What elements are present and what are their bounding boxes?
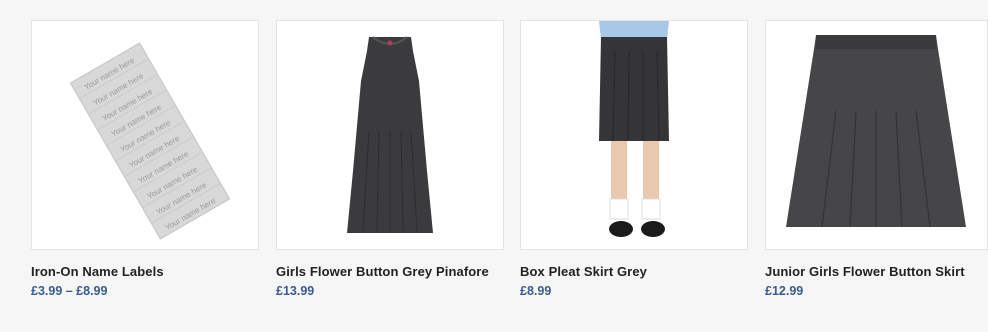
product-card-box-pleat-skirt[interactable]: Box Pleat Skirt Grey £8.99 [520, 20, 748, 298]
product-image-flower-button-skirt[interactable] [765, 20, 988, 250]
product-image-box-pleat-skirt[interactable] [520, 20, 748, 250]
product-card-name-labels[interactable]: Your name here Your name here Your name … [31, 20, 259, 298]
product-grid: Your name here Your name here Your name … [0, 0, 988, 332]
product-title[interactable]: Junior Girls Flower Button Skirt [765, 263, 988, 280]
product-title[interactable]: Girls Flower Button Grey Pinafore [276, 263, 504, 280]
product-image-pinafore[interactable] [276, 20, 504, 250]
product-price: £8.99 [520, 284, 552, 298]
product-title[interactable]: Box Pleat Skirt Grey [520, 263, 748, 280]
product-price: £13.99 [276, 284, 315, 298]
product-price: £12.99 [765, 284, 804, 298]
product-image-name-labels[interactable]: Your name here Your name here Your name … [31, 20, 259, 250]
product-card-flower-button-skirt[interactable]: Junior Girls Flower Button Skirt £12.99 [765, 20, 988, 298]
product-card-pinafore[interactable]: Girls Flower Button Grey Pinafore £13.99 [276, 20, 504, 298]
product-title[interactable]: Iron-On Name Labels [31, 263, 259, 280]
product-price: £3.99 – £8.99 [31, 284, 108, 298]
